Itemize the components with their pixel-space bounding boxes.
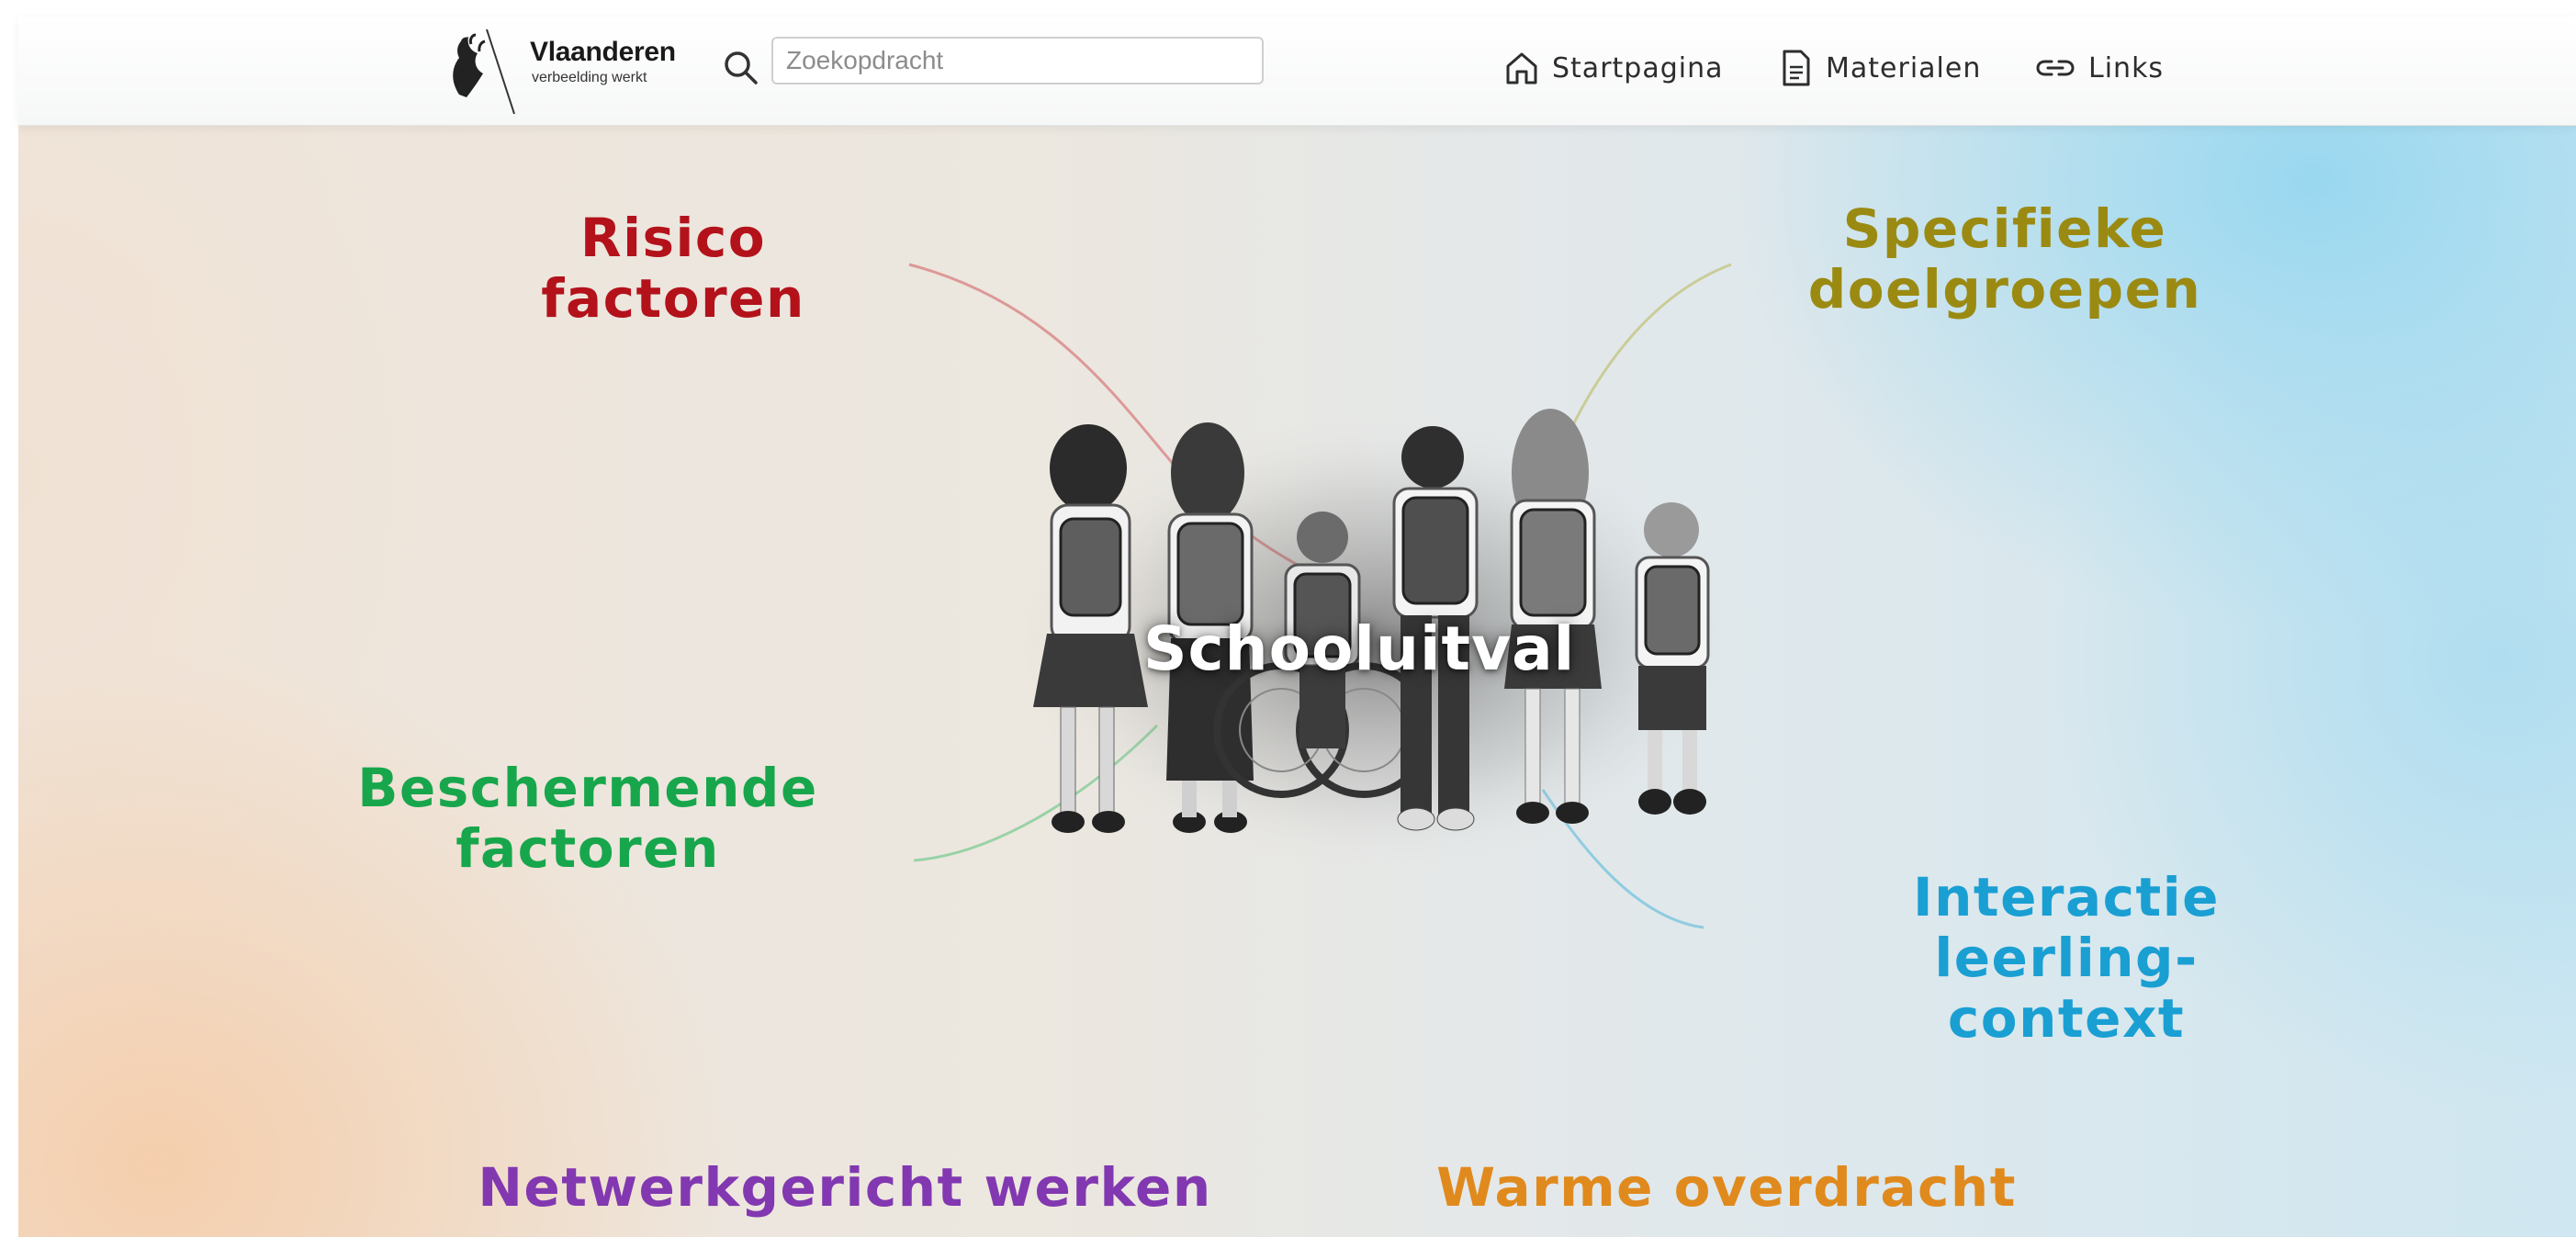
topic-netwerkgericht-werken[interactable]: Netwerkgericht werken [459,1157,1231,1218]
nav-links-label: Links [2088,51,2165,84]
search-icon[interactable] [714,40,769,96]
vlaanderen-logo[interactable]: Vlaanderen verbeelding werkt [441,17,680,125]
link-icon [2036,60,2075,76]
topic-risico-factoren[interactable]: Risico factoren [517,208,829,329]
topic-warme-line-1: Warme overdracht [1436,1156,2017,1219]
nav-startpagina[interactable]: Startpagina [1504,40,1724,96]
topic-risico-line-1: Risico [579,207,767,269]
topic-specifieke-line-1: Specifieke [1842,197,2167,260]
nav-materialen[interactable]: Materialen [1780,40,1981,96]
home-icon [1506,52,1537,84]
nav-links[interactable]: Links [2035,40,2164,96]
logo-title: Vlaanderen [530,37,676,67]
site-header: Vlaanderen verbeelding werkt Startpagina… [18,17,2576,126]
search-input[interactable] [771,37,1264,84]
specifieke-connector-line [1559,263,1732,451]
topic-beschermende-line-1: Beschermende [357,757,818,819]
topic-interactie-leerling-context[interactable]: Interactie leerling- context [1873,867,2259,1049]
document-icon [1783,50,1810,86]
topic-specifieke-doelgroepen[interactable]: Specifieke doelgroepen [1780,198,2230,320]
topic-beschermende-line-2: factoren [456,817,720,880]
topic-specifieke-line-2: doelgroepen [1807,258,2202,320]
nav-startpagina-label: Startpagina [1552,51,1724,84]
topic-interactie-line-2: leerling- [1934,927,2199,989]
topic-risico-line-2: factoren [541,267,805,330]
nav-materialen-label: Materialen [1826,51,1982,84]
topic-netwerk-line-1: Netwerkgericht werken [478,1156,1212,1219]
topic-interactie-line-1: Interactie [1913,866,2220,928]
hero-title: Schooluitval [1143,613,1576,684]
logo-subtitle: verbeelding werkt [532,70,647,85]
topic-warme-overdracht[interactable]: Warme overdracht [1423,1157,2030,1218]
topic-beschermende-factoren[interactable]: Beschermende factoren [340,758,836,879]
topic-interactie-line-3: context [1947,987,2186,1050]
lion-logo-icon [453,28,515,115]
